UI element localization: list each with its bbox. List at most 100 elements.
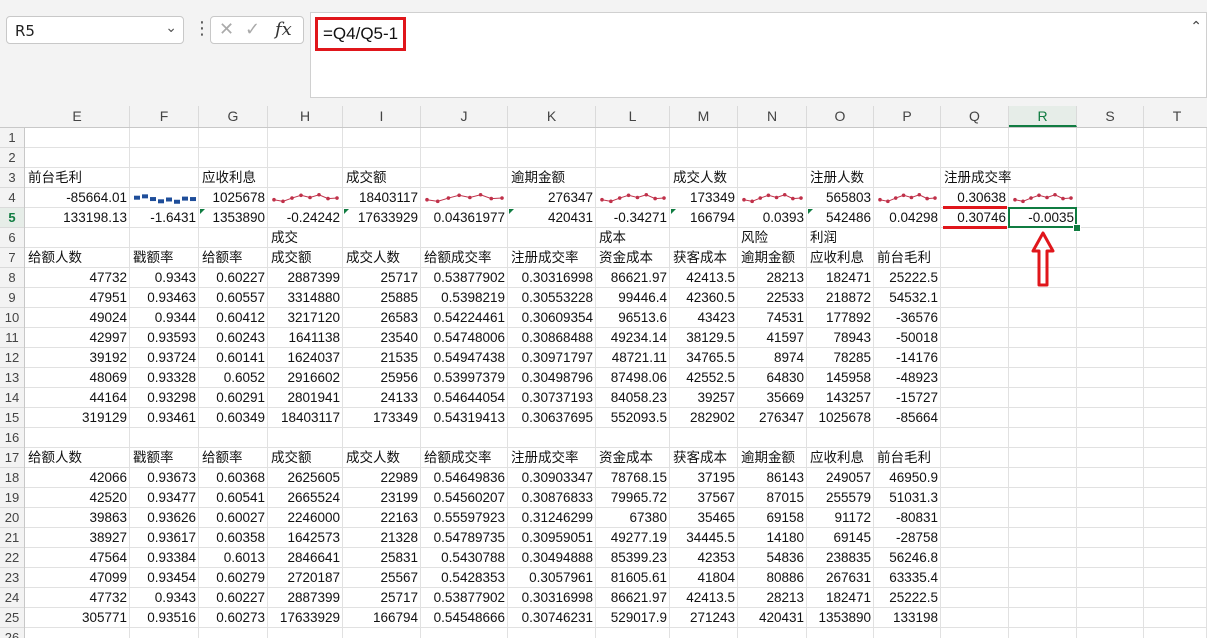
cell-M22[interactable]: 42353	[670, 548, 738, 568]
cell-I15[interactable]: 173349	[343, 408, 421, 428]
cell-J18[interactable]: 0.54649836	[421, 468, 508, 488]
cell-Q4[interactable]: 0.30638	[941, 188, 1009, 208]
cell-M4[interactable]: 173349	[670, 188, 738, 208]
cell-J25[interactable]: 0.54548666	[421, 608, 508, 628]
cell-J21[interactable]: 0.54789735	[421, 528, 508, 548]
column-header-K[interactable]: K	[508, 106, 596, 127]
cell-I14[interactable]: 24133	[343, 388, 421, 408]
cell-M20[interactable]: 35465	[670, 508, 738, 528]
cell-O20[interactable]: 91172	[807, 508, 874, 528]
cell-F20[interactable]: 0.93626	[130, 508, 199, 528]
cell-J9[interactable]: 0.5398219	[421, 288, 508, 308]
cell-J11[interactable]: 0.54748006	[421, 328, 508, 348]
cell-I23[interactable]: 25567	[343, 568, 421, 588]
cell-H5[interactable]: -0.24242	[268, 208, 343, 228]
cell-O9[interactable]: 218872	[807, 288, 874, 308]
cell-N7[interactable]: 逾期金额	[738, 248, 807, 268]
cell-I24[interactable]: 25717	[343, 588, 421, 608]
cell-G21[interactable]: 0.60358	[199, 528, 268, 548]
cell-J22[interactable]: 0.5430788	[421, 548, 508, 568]
cell-E12[interactable]: 39192	[25, 348, 130, 368]
cell-J19[interactable]: 0.54560207	[421, 488, 508, 508]
cell-M17[interactable]: 获客成本	[670, 448, 738, 468]
cell-O19[interactable]: 255579	[807, 488, 874, 508]
cell-N6[interactable]: 风险	[738, 228, 807, 248]
cell-F19[interactable]: 0.93477	[130, 488, 199, 508]
cell-I20[interactable]: 22163	[343, 508, 421, 528]
cell-H19[interactable]: 2665524	[268, 488, 343, 508]
cell-N13[interactable]: 64830	[738, 368, 807, 388]
cell-F25[interactable]: 0.93516	[130, 608, 199, 628]
cell-L8[interactable]: 86621.97	[596, 268, 670, 288]
cell-L24[interactable]: 86621.97	[596, 588, 670, 608]
cell-F22[interactable]: 0.93384	[130, 548, 199, 568]
cell-L18[interactable]: 78768.15	[596, 468, 670, 488]
cell-G18[interactable]: 0.60368	[199, 468, 268, 488]
cell-O17[interactable]: 应收利息	[807, 448, 874, 468]
cell-F18[interactable]: 0.93673	[130, 468, 199, 488]
cell-H22[interactable]: 2846641	[268, 548, 343, 568]
cell-G25[interactable]: 0.60273	[199, 608, 268, 628]
cell-G8[interactable]: 0.60227	[199, 268, 268, 288]
column-header-J[interactable]: J	[421, 106, 508, 127]
row-header-24[interactable]: 24	[0, 588, 24, 608]
cell-E18[interactable]: 42066	[25, 468, 130, 488]
cell-E11[interactable]: 42997	[25, 328, 130, 348]
cell-P8[interactable]: 25222.5	[874, 268, 941, 288]
cell-I10[interactable]: 26583	[343, 308, 421, 328]
cell-M19[interactable]: 37567	[670, 488, 738, 508]
cell-I3[interactable]: 成交额	[343, 168, 421, 188]
cell-F5[interactable]: -1.6431	[130, 208, 199, 228]
cell-K15[interactable]: 0.30637695	[508, 408, 596, 428]
cell-E9[interactable]: 47951	[25, 288, 130, 308]
cell-I22[interactable]: 25831	[343, 548, 421, 568]
cell-N24[interactable]: 28213	[738, 588, 807, 608]
insert-function-icon[interactable]: fx	[275, 19, 292, 40]
cell-O13[interactable]: 145958	[807, 368, 874, 388]
cell-M3[interactable]: 成交人数	[670, 168, 738, 188]
cell-I4[interactable]: 18403117	[343, 188, 421, 208]
cell-K8[interactable]: 0.30316998	[508, 268, 596, 288]
cell-E13[interactable]: 48069	[25, 368, 130, 388]
row-header-20[interactable]: 20	[0, 508, 24, 528]
cell-M25[interactable]: 271243	[670, 608, 738, 628]
cell-P17[interactable]: 前台毛利	[874, 448, 941, 468]
cell-N18[interactable]: 86143	[738, 468, 807, 488]
cell-J14[interactable]: 0.54644054	[421, 388, 508, 408]
cell-N17[interactable]: 逾期金额	[738, 448, 807, 468]
row-header-19[interactable]: 19	[0, 488, 24, 508]
cell-E3[interactable]: 前台毛利	[25, 168, 130, 188]
row-header-26[interactable]: 26	[0, 628, 24, 638]
cell-F8[interactable]: 0.9343	[130, 268, 199, 288]
cell-M9[interactable]: 42360.5	[670, 288, 738, 308]
cell-F13[interactable]: 0.93328	[130, 368, 199, 388]
error-indicator-icon[interactable]	[509, 209, 514, 214]
cell-O11[interactable]: 78943	[807, 328, 874, 348]
cell-P7[interactable]: 前台毛利	[874, 248, 941, 268]
cell-O4[interactable]: 565803	[807, 188, 874, 208]
cell-O8[interactable]: 182471	[807, 268, 874, 288]
cell-H20[interactable]: 2246000	[268, 508, 343, 528]
cell-G4[interactable]: 1025678	[199, 188, 268, 208]
cell-H8[interactable]: 2887399	[268, 268, 343, 288]
cell-F7[interactable]: 戳额率	[130, 248, 199, 268]
cell-M13[interactable]: 42552.5	[670, 368, 738, 388]
cell-K24[interactable]: 0.30316998	[508, 588, 596, 608]
cell-O18[interactable]: 249057	[807, 468, 874, 488]
cell-K22[interactable]: 0.30494888	[508, 548, 596, 568]
cell-G3[interactable]: 应收利息	[199, 168, 268, 188]
cell-K7[interactable]: 注册成交率	[508, 248, 596, 268]
cell-P21[interactable]: -28758	[874, 528, 941, 548]
cell-K9[interactable]: 0.30553228	[508, 288, 596, 308]
column-header-M[interactable]: M	[670, 106, 738, 127]
cell-H10[interactable]: 3217120	[268, 308, 343, 328]
cell-I18[interactable]: 22989	[343, 468, 421, 488]
column-header-I[interactable]: I	[343, 106, 421, 127]
column-header-G[interactable]: G	[199, 106, 268, 127]
cell-O22[interactable]: 238835	[807, 548, 874, 568]
cell-F24[interactable]: 0.9343	[130, 588, 199, 608]
cell-P15[interactable]: -85664	[874, 408, 941, 428]
cell-M12[interactable]: 34765.5	[670, 348, 738, 368]
cell-O5[interactable]: 542486	[807, 208, 874, 228]
column-header-Q[interactable]: Q	[941, 106, 1009, 127]
